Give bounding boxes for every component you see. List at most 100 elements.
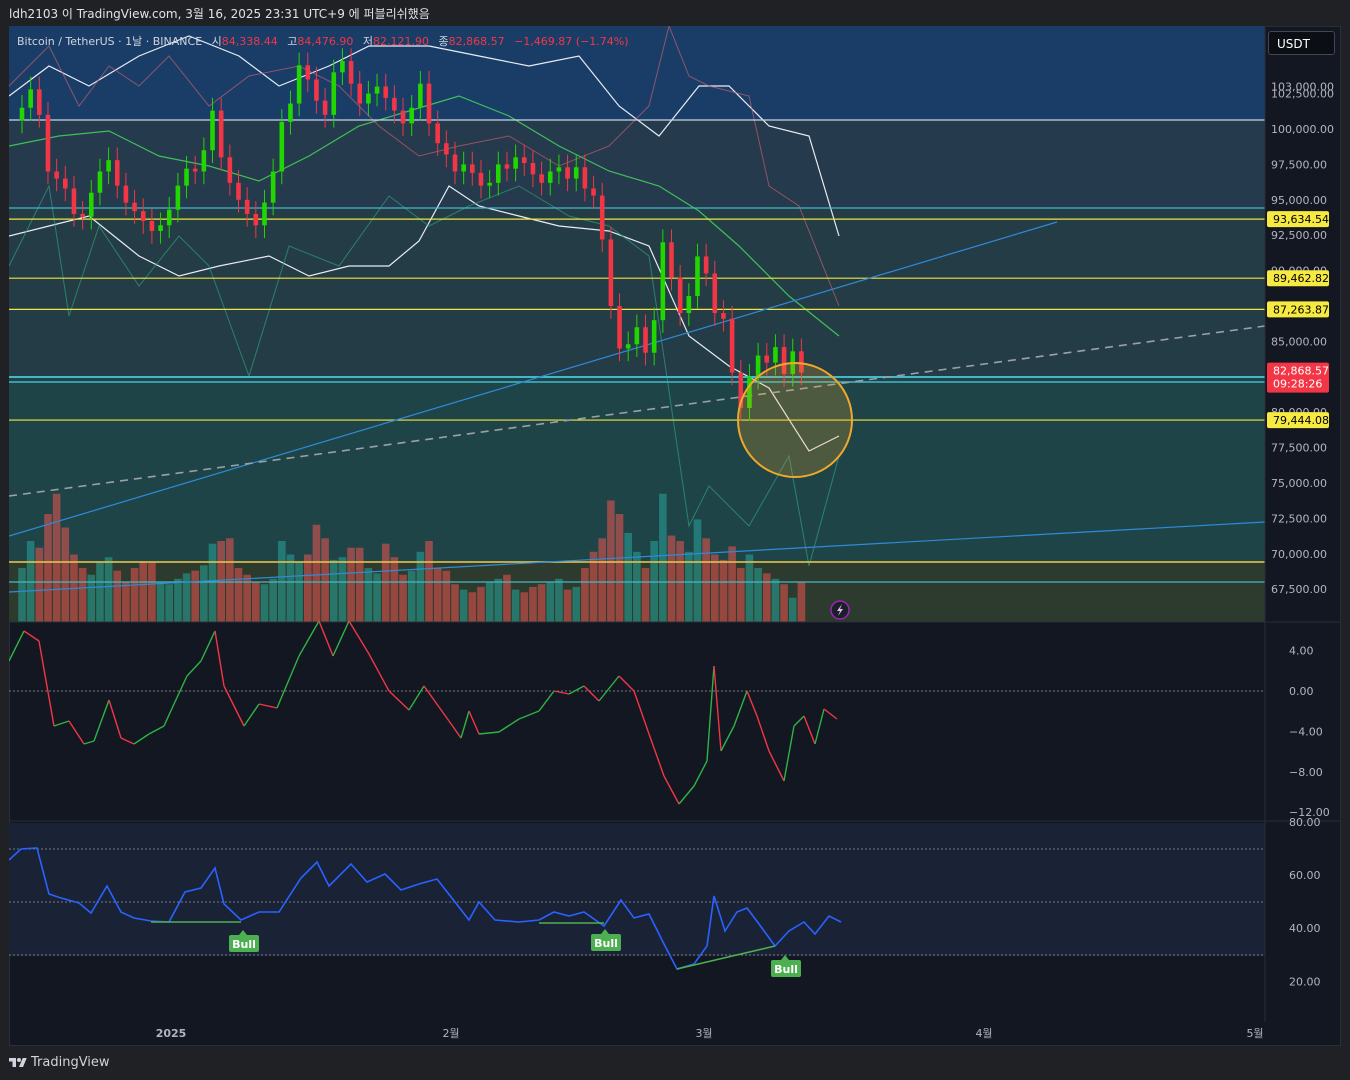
volume-bar	[719, 559, 728, 622]
volume-bar	[693, 519, 702, 622]
volume-bar	[641, 568, 650, 622]
candle-body	[71, 188, 77, 214]
symbol-name[interactable]: Bitcoin / TetherUS · 1날 · BINANCE	[17, 35, 202, 48]
oscillator-segment	[93, 699, 110, 742]
candle-body	[45, 114, 51, 172]
chart-canvas[interactable]: Bull BullBull 103,000.00102,500.00100,000…	[9, 26, 1341, 1046]
countdown-text: 09:28:26	[1273, 378, 1322, 391]
oscillator-segment	[583, 685, 600, 702]
volume-bar	[381, 543, 390, 622]
volume-bar	[537, 584, 546, 622]
volume-bar	[442, 570, 451, 622]
time-axis[interactable]: 2025 2월 3월 4월 5월	[156, 1027, 1264, 1040]
candle-body	[599, 195, 605, 240]
oscillator-segment	[648, 733, 665, 777]
oscillator-segment	[243, 703, 260, 727]
volume-bar	[156, 581, 165, 622]
price-tick-label: 102,500.00	[1271, 88, 1334, 101]
volume-bar	[44, 514, 52, 622]
oscillator-segment	[663, 775, 680, 805]
candle-body	[28, 89, 33, 108]
candle-body	[54, 171, 59, 179]
osc-tick-label: 4.00	[1289, 645, 1314, 658]
volume-bar	[96, 561, 104, 622]
volume-bar	[390, 557, 399, 622]
candle-body	[227, 157, 233, 183]
candle-body	[366, 93, 371, 104]
candle-body	[478, 172, 484, 186]
low-label: 저	[362, 35, 373, 48]
volume-bar	[312, 524, 321, 622]
candle-body	[677, 277, 683, 314]
volume-bar	[736, 568, 745, 622]
candle-body	[236, 182, 241, 200]
volume-bar	[260, 584, 269, 622]
low-value: 82,121.90	[373, 35, 429, 48]
candle-body	[97, 171, 103, 193]
oscillator-segment	[518, 710, 540, 720]
candle-body	[643, 327, 648, 353]
symbol-legend: Bitcoin / TetherUS · 1날 · BINANCE 시84,33…	[17, 33, 629, 49]
oscillator-segment	[720, 725, 735, 752]
candle-body	[426, 83, 432, 124]
volume-bar	[338, 557, 347, 622]
price-level-tag-text: 79,444.08	[1273, 414, 1329, 427]
oscillator-segment	[120, 737, 135, 745]
volume-bar	[797, 581, 806, 622]
candle-body	[617, 306, 622, 349]
volume-bar	[407, 570, 416, 622]
osc-tick-label: 0.00	[1289, 685, 1314, 698]
candle-body	[279, 121, 285, 172]
candle-body	[37, 89, 42, 115]
price-tick-label: 100,000.00	[1271, 123, 1334, 136]
oscillator-segment	[108, 699, 122, 739]
price-tick-label: 72,500.00	[1271, 512, 1327, 525]
oscillator-segment	[163, 703, 175, 727]
volume-bar	[728, 546, 736, 622]
currency-button[interactable]: USDT	[1268, 31, 1335, 55]
candle-body	[158, 225, 163, 231]
candle-body	[106, 160, 111, 172]
volume-bar	[373, 573, 381, 622]
price-tick-label: 77,500.00	[1271, 442, 1327, 455]
candle-body	[435, 123, 440, 144]
candle-body	[651, 320, 657, 353]
oscillator-axis: 4.000.00−4.00−8.00−12.00	[1289, 645, 1330, 820]
volume-bar	[208, 543, 217, 622]
volume-bar	[35, 547, 44, 622]
candle-body	[461, 164, 466, 172]
volume-bar	[468, 592, 477, 622]
volume-bar	[477, 586, 485, 622]
volume-bar	[286, 554, 295, 622]
oscillator-segment	[733, 690, 748, 727]
price-level-tag-text: 93,634.54	[1273, 213, 1329, 226]
time-tick-label: 5월	[1246, 1027, 1263, 1040]
price-axis[interactable]: 103,000.00102,500.00100,000.0097,500.009…	[1267, 81, 1334, 597]
oscillator-segment	[133, 733, 150, 745]
oscillator-segment	[538, 690, 555, 712]
candle-body	[686, 296, 692, 314]
candle-body	[513, 157, 518, 169]
momentum-oscillator	[9, 620, 1265, 805]
volume-bar	[581, 568, 589, 622]
open-label: 시	[211, 35, 222, 48]
candle-body	[132, 202, 137, 212]
bull-label-text: Bull	[594, 937, 618, 950]
oscillator-segment	[803, 715, 816, 745]
candle-body	[703, 256, 709, 274]
candle-body	[184, 168, 189, 186]
candle-body	[288, 103, 293, 122]
oscillator-segment	[23, 630, 40, 642]
oscillator-segment	[568, 685, 585, 695]
volume-bar	[174, 578, 182, 622]
high-value: 84,476.90	[297, 35, 354, 48]
volume-bar	[18, 568, 26, 622]
close-label: 종	[438, 35, 449, 48]
oscillator-segment	[460, 710, 470, 739]
oscillator-segment	[83, 740, 95, 745]
candle-body	[755, 355, 761, 377]
candle-body	[123, 185, 129, 203]
candle-body	[166, 209, 172, 226]
volume-bar	[139, 561, 148, 622]
lightning-icon[interactable]	[830, 600, 850, 620]
